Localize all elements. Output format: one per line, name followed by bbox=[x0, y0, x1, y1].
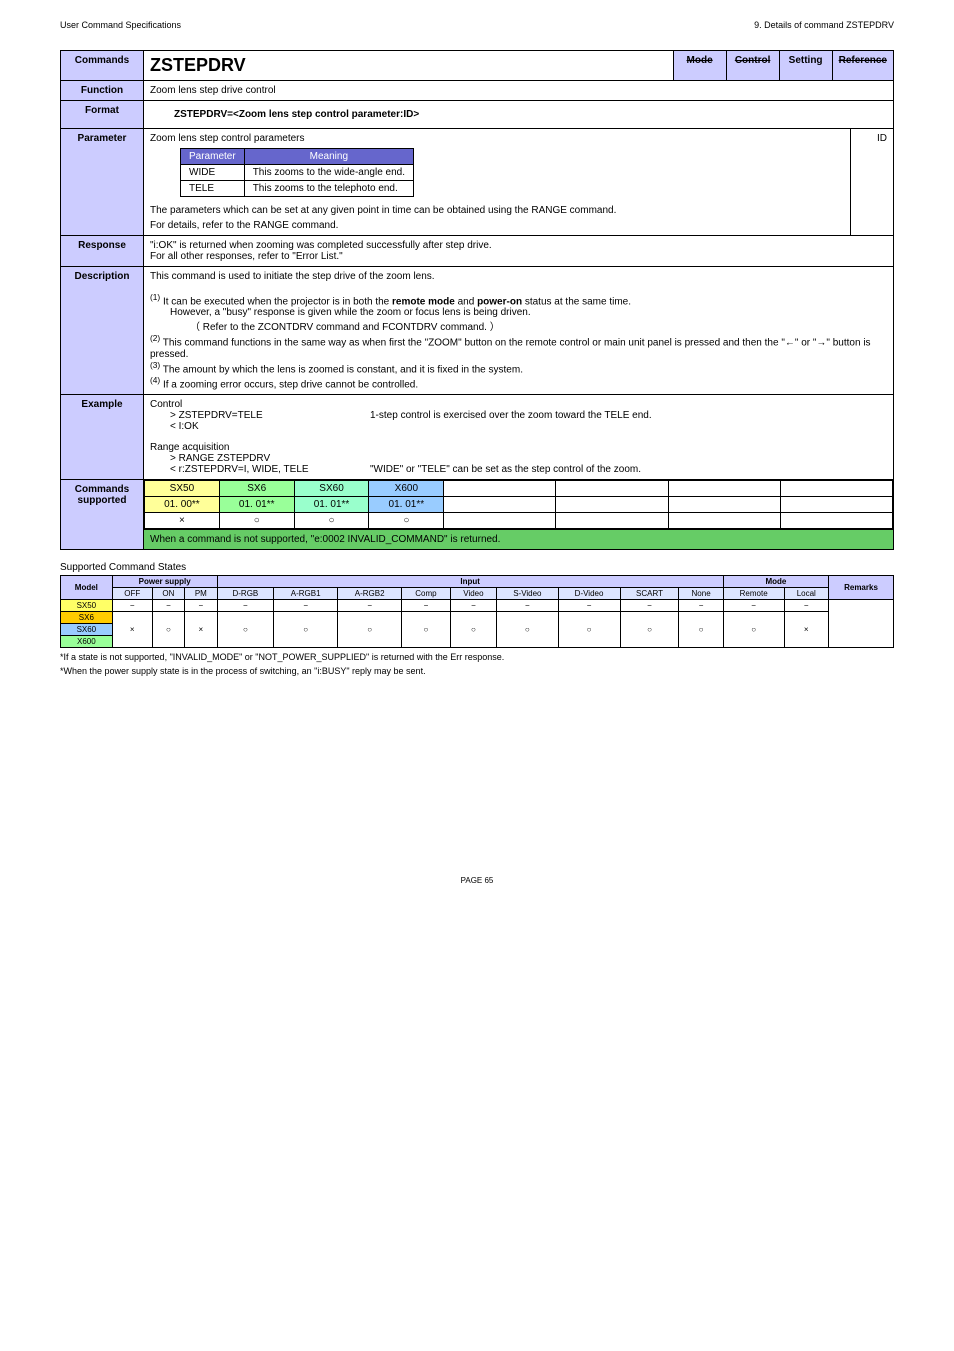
param-intro: Zoom lens step control parameters bbox=[150, 133, 844, 144]
ex-line3: > RANGE ZSTEPDRV bbox=[170, 453, 887, 464]
s-remote: Remote bbox=[723, 588, 784, 600]
param-inner-table: ParameterMeaning WIDEThis zooms to the w… bbox=[180, 148, 414, 197]
example-label: Example bbox=[61, 395, 144, 480]
ex-line2: < I:OK bbox=[170, 421, 887, 432]
commands-label: Commands bbox=[61, 51, 144, 81]
ver-sx50: 01. 00** bbox=[145, 497, 220, 513]
param-note1: The parameters which can be set at any g… bbox=[150, 205, 844, 216]
h-mode: Mode bbox=[723, 576, 828, 588]
header-right: 9. Details of command ZSTEPDRV bbox=[754, 20, 894, 30]
ver-sx6: 01. 01** bbox=[219, 497, 294, 513]
ver-sx60: 01. 01** bbox=[294, 497, 369, 513]
h-model: Model bbox=[61, 576, 113, 600]
id-label: ID bbox=[851, 129, 894, 235]
s-dvideo: D-Video bbox=[558, 588, 620, 600]
s-video: Video bbox=[450, 588, 497, 600]
h-input: Input bbox=[217, 576, 723, 588]
s-scart: SCART bbox=[620, 588, 679, 600]
param-tele: TELE bbox=[181, 181, 245, 197]
row-sx50: SX50 −−− −−− −−− −−− −− bbox=[61, 600, 894, 612]
sup-o2: ○ bbox=[294, 513, 369, 529]
response-text2: For all other responses, refer to "Error… bbox=[150, 251, 887, 262]
s-on: ON bbox=[152, 588, 184, 600]
ex-control: Control bbox=[150, 399, 887, 410]
s-drgb: D-RGB bbox=[217, 588, 274, 600]
description-label: Description bbox=[61, 267, 144, 395]
example-content: Control > ZSTEPDRV=TELE 1-step control i… bbox=[144, 395, 894, 480]
s-argb1: A-RGB1 bbox=[274, 588, 338, 600]
desc-item-2: (2) This command functions in the same w… bbox=[150, 333, 887, 359]
format-text: ZSTEPDRV=<Zoom lens step control paramet… bbox=[144, 101, 894, 129]
model-sx60: SX60 bbox=[294, 481, 369, 497]
command-name: ZSTEPDRV bbox=[144, 51, 674, 81]
function-text: Zoom lens step drive control bbox=[144, 81, 894, 101]
ver-x600: 01. 01** bbox=[369, 497, 444, 513]
supported-note: When a command is not supported, "e:0002… bbox=[144, 530, 894, 550]
param-h2: Meaning bbox=[244, 149, 413, 165]
s-local: Local bbox=[784, 588, 829, 600]
model-sx50: SX50 bbox=[145, 481, 220, 497]
desc-item-1: (1) It can be executed when the projecto… bbox=[150, 292, 887, 307]
footnote-1: *If a state is not supported, "INVALID_M… bbox=[60, 652, 894, 662]
sup-o1: ○ bbox=[219, 513, 294, 529]
reference-label: Reference bbox=[832, 51, 893, 81]
param-tele-desc: This zooms to the telephoto end. bbox=[244, 181, 413, 197]
command-spec-table: Commands ZSTEPDRV Mode Control Setting R… bbox=[60, 50, 894, 550]
ex-range: Range acquisition bbox=[150, 442, 887, 453]
description-content: This command is used to initiate the ste… bbox=[144, 267, 894, 395]
response-content: "i:OK" is returned when zooming was comp… bbox=[144, 236, 894, 267]
desc-intro: This command is used to initiate the ste… bbox=[150, 271, 887, 282]
ex-line1-desc: 1-step control is exercised over the zoo… bbox=[370, 410, 652, 421]
cmds-supported-label: Commands supported bbox=[61, 480, 144, 550]
parameter-content: Zoom lens step control parameters Parame… bbox=[144, 129, 894, 236]
param-wide: WIDE bbox=[181, 165, 245, 181]
mode-label: Mode bbox=[673, 51, 726, 81]
param-note2: For details, refer to the RANGE command. bbox=[150, 220, 844, 231]
s-svideo: S-Video bbox=[497, 588, 558, 600]
header-left: User Command Specifications bbox=[60, 20, 181, 30]
setting-label: Setting bbox=[779, 51, 832, 81]
page-header: User Command Specifications 9. Details o… bbox=[60, 20, 894, 30]
s-argb2: A-RGB2 bbox=[338, 588, 402, 600]
response-text1: "i:OK" is returned when zooming was comp… bbox=[150, 240, 887, 251]
ex-line4: < r:ZSTEPDRV=I, WIDE, TELE bbox=[170, 464, 370, 475]
control-label: Control bbox=[726, 51, 779, 81]
s-none: None bbox=[679, 588, 723, 600]
ex-line4-desc: "WIDE" or "TELE" can be set as the step … bbox=[370, 464, 641, 475]
model-x600: X600 bbox=[369, 481, 444, 497]
supported-models: SX50 SX6 SX60 X600 01. 00** 01. 01** 01.… bbox=[144, 480, 894, 530]
ex-line1: > ZSTEPDRV=TELE bbox=[170, 410, 370, 421]
param-h1: Parameter bbox=[181, 149, 245, 165]
footnote-2: *When the power supply state is in the p… bbox=[60, 666, 894, 676]
sup-x: × bbox=[145, 513, 220, 529]
sup-o3: ○ bbox=[369, 513, 444, 529]
h-remarks: Remarks bbox=[829, 576, 894, 600]
s-pm: PM bbox=[185, 588, 217, 600]
format-label: Format bbox=[61, 101, 144, 129]
parameter-label: Parameter bbox=[61, 129, 144, 236]
states-table: Model Power supply Input Mode Remarks OF… bbox=[60, 575, 894, 648]
desc-item-4: (4) If a zooming error occurs, step driv… bbox=[150, 375, 887, 390]
page-number: PAGE 65 bbox=[60, 876, 894, 885]
model-sx6: SX6 bbox=[219, 481, 294, 497]
function-label: Function bbox=[61, 81, 144, 101]
h-power: Power supply bbox=[112, 576, 217, 588]
desc-1-sub1: However, a "busy" response is given whil… bbox=[170, 307, 887, 318]
param-wide-desc: This zooms to the wide-angle end. bbox=[244, 165, 413, 181]
row-sx6: SX6 ×○× ○○○ ○○○ ○○○ ○× bbox=[61, 612, 894, 624]
s-off: OFF bbox=[112, 588, 152, 600]
s-comp: Comp bbox=[402, 588, 450, 600]
response-label: Response bbox=[61, 236, 144, 267]
states-title: Supported Command States bbox=[60, 562, 894, 573]
desc-item-3: (3) The amount by which the lens is zoom… bbox=[150, 360, 887, 375]
desc-1-sub2: （ Refer to the ZCONTDRV command and FCON… bbox=[190, 318, 887, 333]
